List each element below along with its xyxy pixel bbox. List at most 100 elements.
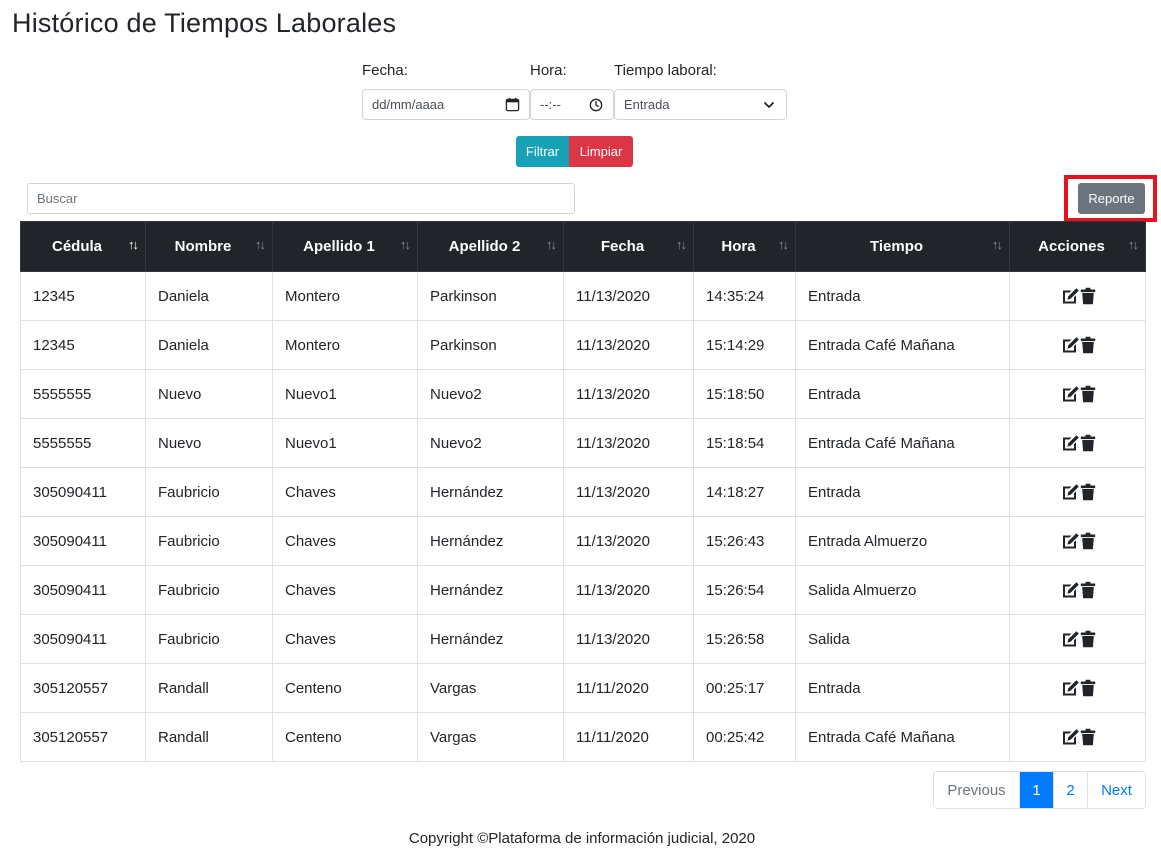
- table-cell: 11/13/2020: [563, 320, 694, 370]
- sort-icon[interactable]: ↑↓: [1128, 237, 1139, 252]
- sort-icon[interactable]: ↑↓: [546, 237, 557, 252]
- calendar-icon[interactable]: [504, 97, 520, 113]
- column-header[interactable]: Apellido 1 ↑↓: [272, 221, 418, 272]
- row-actions: [1009, 614, 1146, 664]
- column-header[interactable]: Acciones ↑↓: [1009, 221, 1146, 272]
- trash-icon[interactable]: [1080, 581, 1096, 599]
- table-cell: Nuevo: [145, 369, 273, 419]
- edit-icon[interactable]: [1060, 581, 1080, 599]
- row-actions: [1009, 369, 1146, 419]
- trash-icon[interactable]: [1080, 336, 1096, 354]
- table-cell: 305090411: [20, 467, 146, 517]
- table-cell: Salida Almuerzo: [795, 565, 1010, 615]
- table-cell: 11/13/2020: [563, 418, 694, 468]
- column-header[interactable]: Fecha ↑↓: [563, 221, 694, 272]
- table-cell: 15:18:54: [693, 418, 796, 468]
- table-cell: 305090411: [20, 565, 146, 615]
- sort-icon[interactable]: ↑↓: [128, 237, 139, 252]
- table-cell: Entrada Almuerzo: [795, 516, 1010, 566]
- table-cell: Chaves: [272, 565, 418, 615]
- table-cell: 00:25:17: [693, 663, 796, 713]
- clear-button[interactable]: Limpiar: [569, 136, 633, 167]
- table-cell: Nuevo2: [417, 369, 564, 419]
- date-input[interactable]: dd/mm/aaaa: [362, 89, 530, 120]
- table-row: 305090411 Faubricio Chaves Hernández 11/13/2…: [20, 614, 1146, 664]
- sort-icon[interactable]: ↑↓: [778, 237, 789, 252]
- sort-icon[interactable]: ↑↓: [255, 237, 266, 252]
- pagination-page-2[interactable]: 2: [1053, 772, 1087, 808]
- table-cell: Entrada Café Mañana: [795, 418, 1010, 468]
- column-header[interactable]: Hora ↑↓: [693, 221, 796, 272]
- edit-icon[interactable]: [1060, 287, 1080, 305]
- table-cell: Entrada: [795, 271, 1010, 321]
- edit-icon[interactable]: [1060, 336, 1080, 354]
- worktime-label: Tiempo laboral:: [614, 62, 717, 79]
- column-header-label: Acciones: [1038, 238, 1105, 255]
- table-cell: Entrada: [795, 369, 1010, 419]
- pagination-page-1[interactable]: 1: [1019, 772, 1053, 808]
- table-cell: 15:26:54: [693, 565, 796, 615]
- pagination-next[interactable]: Next: [1087, 772, 1145, 808]
- pagination-previous[interactable]: Previous: [934, 772, 1019, 808]
- edit-icon[interactable]: [1060, 385, 1080, 403]
- trash-icon[interactable]: [1080, 385, 1096, 403]
- report-button[interactable]: Reporte: [1078, 183, 1145, 214]
- table-cell: 14:35:24: [693, 271, 796, 321]
- column-header[interactable]: Nombre ↑↓: [145, 221, 273, 272]
- table-cell: Centeno: [272, 712, 418, 762]
- edit-icon[interactable]: [1060, 532, 1080, 550]
- table-row: 12345 Daniela Montero Parkinson 11/13/2020 15…: [20, 320, 1146, 370]
- sort-icon[interactable]: ↑↓: [992, 237, 1003, 252]
- table-cell: Entrada Café Mañana: [795, 320, 1010, 370]
- time-input[interactable]: --:--: [530, 89, 614, 120]
- table-row: 305090411 Faubricio Chaves Hernández 11/13/2…: [20, 565, 1146, 615]
- column-header-label: Cédula: [51, 238, 102, 255]
- table-cell: Chaves: [272, 516, 418, 566]
- table-cell: 11/13/2020: [563, 467, 694, 517]
- time-records-table: Cédula ↑↓ Nombre ↑↓ Apellido 1 ↑↓ Apellido 2 ↑↓…: [20, 221, 1146, 762]
- trash-icon[interactable]: [1080, 728, 1096, 746]
- sort-icon[interactable]: ↑↓: [676, 237, 687, 252]
- edit-icon[interactable]: [1060, 483, 1080, 501]
- table-row: 305090411 Faubricio Chaves Hernández 11/13/2…: [20, 467, 1146, 517]
- edit-icon[interactable]: [1060, 728, 1080, 746]
- table-cell: Vargas: [417, 712, 564, 762]
- table-row: 5555555 Nuevo Nuevo1 Nuevo2 11/13/2020 15:18:…: [20, 369, 1146, 419]
- table-cell: 11/13/2020: [563, 271, 694, 321]
- trash-icon[interactable]: [1080, 532, 1096, 550]
- time-label: Hora:: [530, 62, 567, 79]
- column-header-label: Nombre: [174, 238, 232, 255]
- table-cell: 11/11/2020: [563, 663, 694, 713]
- column-header-label: Fecha: [600, 238, 645, 255]
- trash-icon[interactable]: [1080, 483, 1096, 501]
- table-cell: Entrada: [795, 663, 1010, 713]
- time-input-value: --:--: [540, 97, 561, 112]
- row-actions: [1009, 565, 1146, 615]
- table-header-row: Cédula ↑↓ Nombre ↑↓ Apellido 1 ↑↓ Apellido 2 ↑↓…: [20, 221, 1146, 272]
- filter-button[interactable]: Filtrar: [516, 136, 569, 167]
- trash-icon[interactable]: [1080, 287, 1096, 305]
- trash-icon[interactable]: [1080, 679, 1096, 697]
- search-input[interactable]: Buscar: [27, 183, 575, 214]
- clock-icon[interactable]: [588, 97, 604, 113]
- column-header[interactable]: Apellido 2 ↑↓: [417, 221, 564, 272]
- table-cell: 12345: [20, 320, 146, 370]
- sort-icon[interactable]: ↑↓: [400, 237, 411, 252]
- column-header[interactable]: Cédula ↑↓: [20, 221, 146, 272]
- trash-icon[interactable]: [1080, 630, 1096, 648]
- edit-icon[interactable]: [1060, 630, 1080, 648]
- trash-icon[interactable]: [1080, 434, 1096, 452]
- table-cell: Faubricio: [145, 614, 273, 664]
- table-cell: 305090411: [20, 614, 146, 664]
- edit-icon[interactable]: [1060, 434, 1080, 452]
- table-row: 12345 Daniela Montero Parkinson 11/13/2020 14…: [20, 271, 1146, 321]
- table-cell: Parkinson: [417, 320, 564, 370]
- table-cell: 12345: [20, 271, 146, 321]
- column-header[interactable]: Tiempo ↑↓: [795, 221, 1010, 272]
- table-row: 5555555 Nuevo Nuevo1 Nuevo2 11/13/2020 15:18:…: [20, 418, 1146, 468]
- row-actions: [1009, 271, 1146, 321]
- row-actions: [1009, 467, 1146, 517]
- edit-icon[interactable]: [1060, 679, 1080, 697]
- worktime-select[interactable]: Entrada: [614, 89, 787, 120]
- table-cell: Vargas: [417, 663, 564, 713]
